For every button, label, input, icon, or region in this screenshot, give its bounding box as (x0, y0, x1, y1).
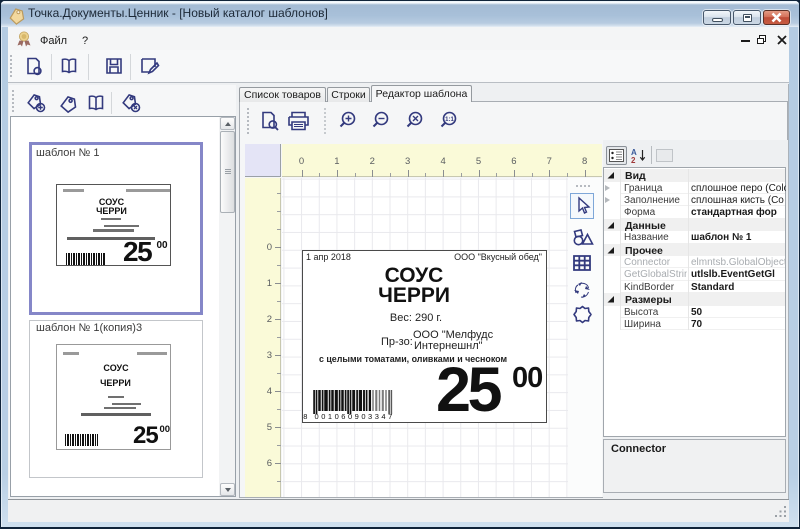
svg-text:8 001060903347: 8 001060903347 (303, 412, 392, 421)
svg-text:1:1: 1:1 (445, 117, 454, 123)
svg-text:2: 2 (631, 156, 636, 164)
